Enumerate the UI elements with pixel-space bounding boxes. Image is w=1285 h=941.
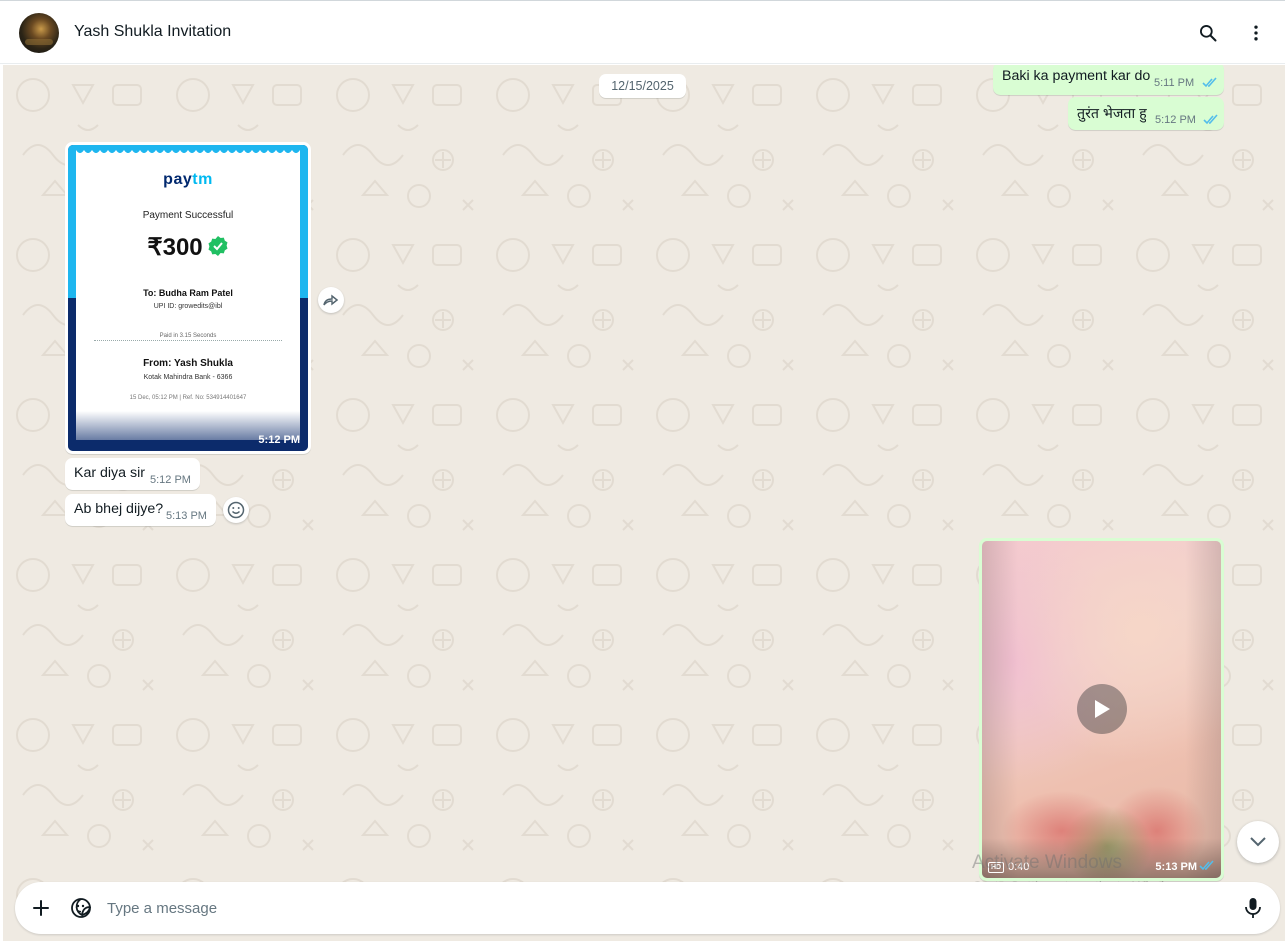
message-composer [15,882,1280,934]
message-text: Kar diya sir [74,465,145,481]
search-button[interactable] [1196,21,1220,45]
payment-status: Payment Successful [142,210,234,221]
payee-upi: UPI ID: growedits@ibl [153,303,223,310]
attach-button[interactable] [29,896,53,920]
chat-header: Yash Shukla Invitation [0,0,1285,64]
double-check-icon [1203,114,1218,125]
double-check-icon [1199,860,1214,871]
receipt-divider [94,340,282,341]
payment-receipt-image: paytm Payment Successful ₹300 To: Budha … [68,145,308,451]
payee-name: To: Budha Ram Patel [143,288,233,298]
chat-title[interactable]: Yash Shukla Invitation [74,23,231,41]
paytm-logo: paytm [163,171,213,188]
message-outgoing[interactable]: Baki ka payment kar do 5:11 PM [993,65,1224,95]
play-icon [1095,700,1110,718]
chevron-down-icon [1250,837,1266,847]
activation-watermark: Activate Windows [972,852,1122,873]
message-time: 5:13 PM [1155,861,1197,873]
voice-message-button[interactable] [1241,896,1265,920]
chat-area[interactable]: 12/15/2025 Baki ka payment kar do 5:11 P… [3,65,1285,941]
sticker-icon [71,898,92,918]
video-message[interactable]: HD 0:40 5:13 PM [979,538,1224,881]
react-button[interactable] [223,497,249,523]
forward-icon [323,294,339,306]
message-text: तुरंत भेजता हु [1077,106,1147,122]
payment-reference: 15 Dec, 05:12 PM | Ref. No: 534914401647 [129,395,247,401]
scroll-to-bottom-button[interactable] [1237,821,1279,863]
receipt-zigzag [76,150,300,156]
search-icon [1200,25,1217,42]
emoji-icon [227,501,245,519]
date-chip: 12/15/2025 [599,74,686,98]
message-text: Ab bhej dijye? [74,501,164,517]
message-time: 5:13 PM [166,510,207,522]
message-input[interactable] [107,895,1207,921]
message-time: 5:12 PM [1155,114,1196,126]
verified-check-icon [208,236,228,256]
video-thumbnail: HD 0:40 5:13 PM [982,541,1221,878]
menu-button[interactable] [1244,21,1268,45]
image-message[interactable]: paytm Payment Successful ₹300 To: Budha … [65,142,311,454]
sticker-button[interactable] [69,896,93,920]
contact-avatar[interactable] [19,13,59,53]
message-outgoing[interactable]: तुरंत भेजता हु 5:12 PM [1068,97,1224,130]
message-incoming[interactable]: Ab bhej dijye? 5:13 PM [65,494,216,526]
message-time: 5:12 PM [150,474,191,486]
message-text: Baki ka payment kar do [1002,68,1151,84]
receipt-paper: paytm Payment Successful ₹300 To: Budha … [76,150,300,440]
payer-name: From: Yash Shukla [143,358,233,369]
payment-amount: ₹300 [76,233,300,262]
paid-duration: Paid in 3.15 Seconds [159,333,217,339]
plus-icon [33,900,49,916]
message-time: 5:11 PM [1154,77,1195,89]
menu-icon [1254,25,1258,41]
mic-icon [1245,898,1261,918]
play-button[interactable] [1077,684,1127,734]
payer-bank: Kotak Mahindra Bank - 6366 [143,374,233,381]
message-incoming[interactable]: Kar diya sir 5:12 PM [65,458,200,490]
message-time: 5:12 PM [258,434,300,446]
double-check-icon [1202,77,1217,88]
forward-button[interactable] [318,287,344,313]
